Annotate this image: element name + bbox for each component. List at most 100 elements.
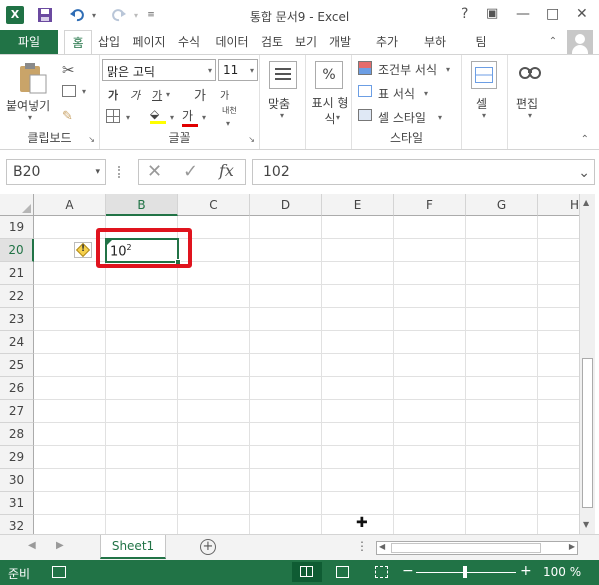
format-table-icon[interactable] — [358, 85, 372, 97]
name-box-dropdown-icon[interactable]: ▾ — [95, 160, 100, 184]
formula-input[interactable]: 102 ⌄ — [252, 159, 595, 185]
vertical-scroll-thumb[interactable] — [582, 358, 593, 508]
horizontal-scrollbar[interactable]: ◀ ▶ — [376, 541, 578, 555]
phonetic-guide-button[interactable]: 내천 — [222, 105, 237, 116]
cells-icon[interactable] — [471, 61, 497, 89]
fill-color-icon[interactable]: ⬙ — [150, 107, 166, 124]
row-header-30[interactable]: 30 — [0, 469, 34, 492]
shrink-font-button[interactable]: 가 — [220, 87, 229, 102]
column-header-h[interactable]: H — [538, 194, 579, 216]
scroll-up-icon[interactable]: ▲ — [583, 198, 589, 207]
cancel-icon[interactable]: ✕ — [147, 161, 162, 182]
number-format-dropdown-icon[interactable]: ▾ — [336, 113, 340, 122]
expand-formula-icon[interactable]: ⌄ — [578, 161, 590, 185]
row-header-25[interactable]: 25 — [0, 354, 34, 377]
percent-icon[interactable]: % — [315, 61, 343, 89]
grow-font-button[interactable]: 가 — [194, 85, 206, 104]
sheet-tab-sheet1[interactable]: Sheet1 — [100, 535, 166, 559]
horizontal-scroll-thumb[interactable] — [391, 543, 541, 553]
formula-bar-splitter[interactable] — [118, 166, 122, 178]
tab-view[interactable]: 보기 — [292, 30, 320, 54]
copy-dropdown-icon[interactable]: ▾ — [82, 87, 86, 96]
next-sheet-icon[interactable]: ▶ — [56, 540, 64, 551]
copy-icon[interactable] — [62, 85, 76, 97]
phonetic-dropdown-icon[interactable]: ▾ — [226, 119, 230, 128]
column-header-b[interactable]: B — [106, 194, 178, 216]
paste-button[interactable]: 붙여넣기 — [6, 97, 50, 114]
paste-icon[interactable] — [14, 61, 50, 95]
new-sheet-button[interactable]: + — [200, 539, 216, 555]
row-header-24[interactable]: 24 — [0, 331, 34, 354]
number-format-button[interactable]: 표시 형식 — [310, 95, 350, 127]
editing-button[interactable]: 편집 — [516, 95, 538, 112]
font-name-box[interactable]: 맑은 고딕 ▾ — [102, 59, 216, 81]
alignment-icon[interactable] — [269, 61, 297, 89]
row-header-31[interactable]: 31 — [0, 492, 34, 515]
page-layout-view-button[interactable] — [336, 566, 349, 578]
tab-file[interactable]: 파일 — [0, 30, 58, 54]
borders-dropdown-icon[interactable]: ▾ — [126, 113, 130, 122]
column-header-e[interactable]: E — [322, 194, 394, 216]
row-header-28[interactable]: 28 — [0, 423, 34, 446]
row-header-20[interactable]: 20 — [0, 239, 34, 262]
tab-load[interactable]: 부하 — [420, 30, 450, 54]
scroll-right-icon[interactable]: ▶ — [569, 542, 575, 551]
tab-data[interactable]: 데이터 — [210, 30, 254, 54]
vertical-scrollbar[interactable]: ▲ ▼ — [579, 194, 595, 534]
conditional-formatting-button[interactable]: 조건부 서식 — [378, 61, 437, 78]
macro-record-icon[interactable] — [52, 566, 66, 578]
row-header-29[interactable]: 29 — [0, 446, 34, 469]
cells-button[interactable]: 셀 — [476, 95, 487, 112]
row-header-22[interactable]: 22 — [0, 285, 34, 308]
row-header-26[interactable]: 26 — [0, 377, 34, 400]
tab-home[interactable]: 홈 — [64, 30, 92, 55]
column-header-c[interactable]: C — [178, 194, 250, 216]
zoom-level[interactable]: 100 % — [543, 565, 581, 579]
cut-icon[interactable]: ✂ — [62, 61, 75, 79]
font-size-dropdown-icon[interactable]: ▾ — [250, 66, 254, 75]
scroll-down-icon[interactable]: ▼ — [583, 520, 589, 529]
tab-addins[interactable]: 추가 — [372, 30, 402, 54]
underline-dropdown-icon[interactable]: ▾ — [166, 90, 170, 99]
name-box[interactable]: B20 ▾ — [6, 159, 106, 185]
select-all-button[interactable] — [0, 194, 34, 216]
tab-split-handle-icon[interactable]: ⋮ — [356, 539, 368, 553]
conditional-dropdown-icon[interactable]: ▾ — [446, 65, 450, 74]
normal-view-button[interactable] — [292, 562, 322, 582]
zoom-out-button[interactable]: − — [402, 563, 414, 579]
error-check-icon[interactable]: ! — [74, 242, 92, 258]
collapse-ribbon-icon[interactable]: ⌃ — [546, 30, 560, 54]
tab-review[interactable]: 검토 — [258, 30, 286, 54]
clipboard-launcher-icon[interactable]: ↘ — [88, 135, 95, 144]
format-painter-icon[interactable]: ✎ — [62, 109, 73, 124]
cells-dropdown-icon[interactable]: ▾ — [482, 111, 486, 120]
maximize-icon[interactable]: □ — [546, 6, 559, 22]
font-color-icon[interactable]: 가 — [182, 107, 198, 127]
tab-formulas[interactable]: 수식 — [174, 30, 204, 54]
page-break-view-button[interactable] — [375, 566, 388, 578]
font-name-dropdown-icon[interactable]: ▾ — [208, 66, 212, 75]
tab-insert[interactable]: 삽입 — [94, 30, 124, 54]
zoom-in-button[interactable]: + — [520, 563, 532, 579]
close-icon[interactable]: ✕ — [576, 6, 588, 22]
help-icon[interactable]: ? — [461, 6, 468, 22]
font-size-box[interactable]: 11 ▾ — [218, 59, 258, 81]
row-header-23[interactable]: 23 — [0, 308, 34, 331]
italic-button[interactable]: 가 — [130, 87, 140, 103]
minimize-icon[interactable]: — — [516, 6, 530, 22]
collapse-ribbon-arrow-icon[interactable]: ⌃ — [581, 134, 589, 145]
enter-icon[interactable]: ✓ — [183, 161, 198, 182]
format-as-table-button[interactable]: 표 서식 — [378, 85, 415, 102]
row-header-19[interactable]: 19 — [0, 216, 34, 239]
fill-color-dropdown-icon[interactable]: ▾ — [170, 113, 174, 122]
underline-button[interactable]: 가 — [152, 87, 162, 103]
tab-team[interactable]: 팀 — [470, 30, 492, 54]
cell-styles-button[interactable]: 셀 스타일 — [378, 109, 426, 126]
zoom-slider-thumb[interactable] — [463, 566, 467, 578]
alignment-dropdown-icon[interactable]: ▾ — [280, 111, 284, 120]
column-header-d[interactable]: D — [250, 194, 322, 216]
prev-sheet-icon[interactable]: ◀ — [28, 540, 36, 551]
alignment-button[interactable]: 맞춤 — [268, 95, 290, 112]
tab-page-layout[interactable]: 페이지 — [128, 30, 170, 54]
conditional-format-icon[interactable] — [358, 61, 372, 75]
